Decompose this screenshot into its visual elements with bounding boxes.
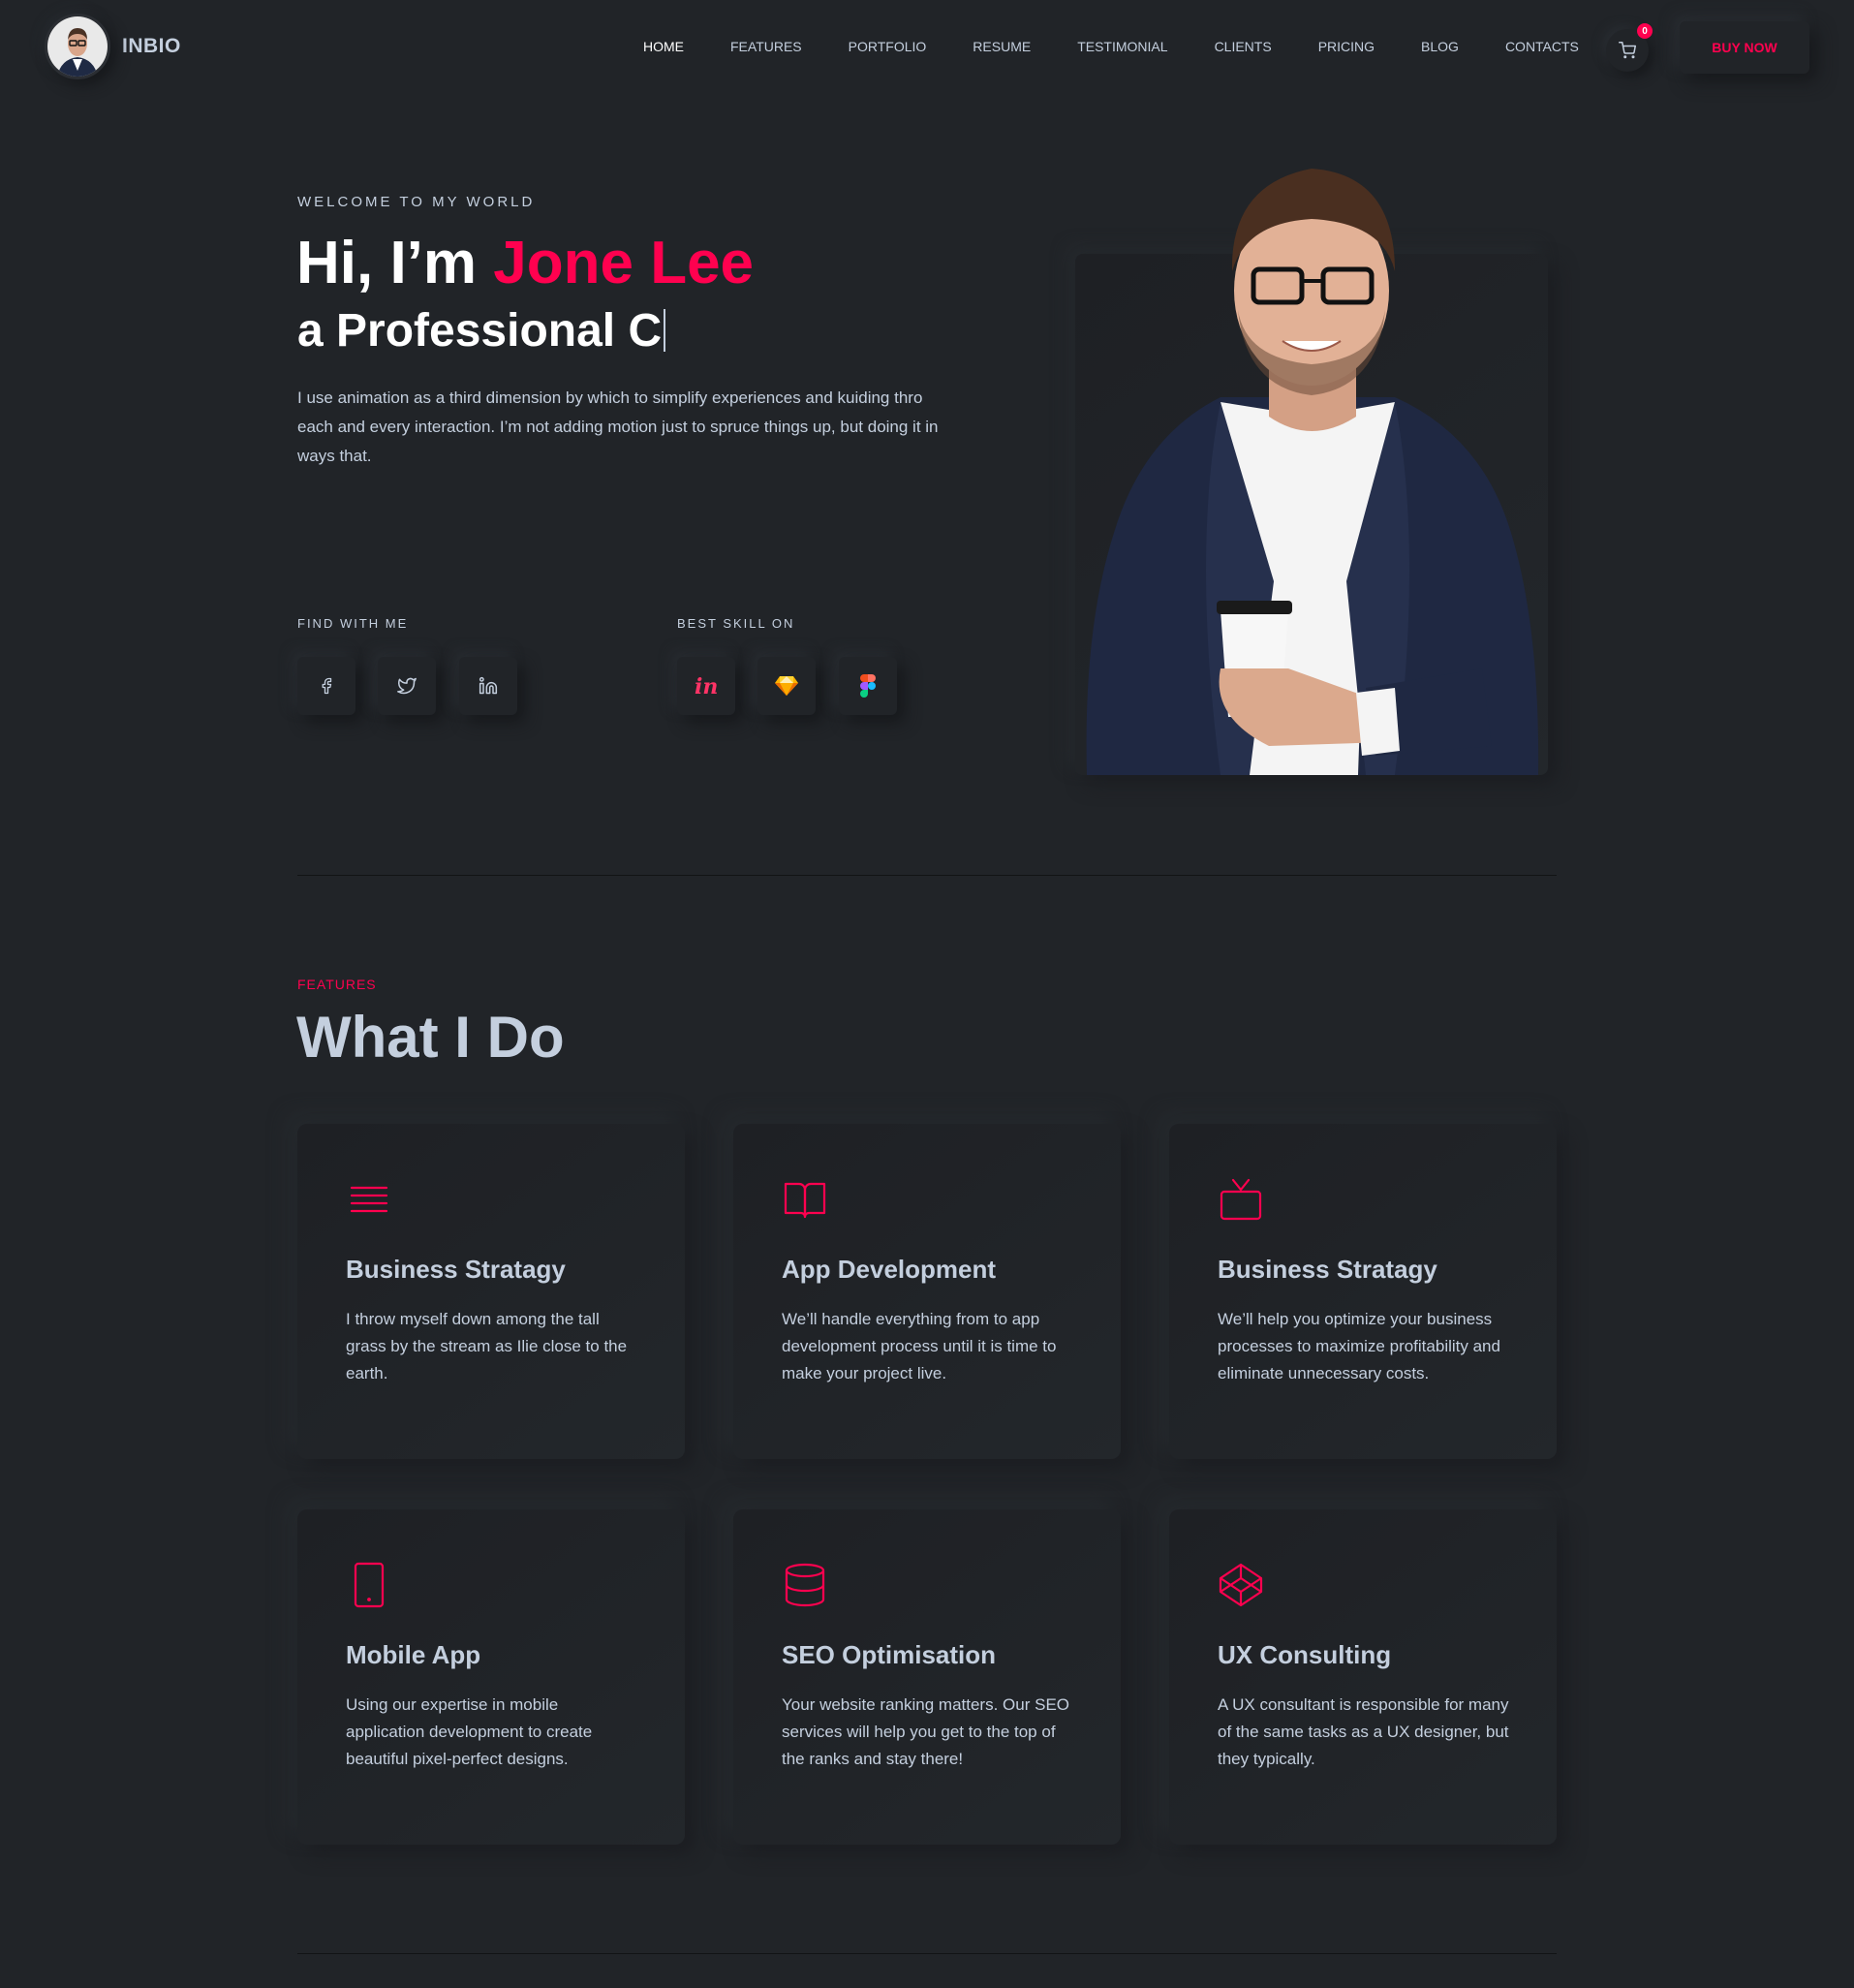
feature-description: A UX consultant is responsible for many …: [1218, 1695, 1509, 1768]
nav-blog[interactable]: BLOG: [1421, 39, 1459, 54]
figma-icon: [860, 674, 876, 698]
feature-title: Business Stratagy: [346, 1255, 566, 1284]
cart-button[interactable]: 0: [1606, 23, 1653, 72]
feature-card[interactable]: Mobile App Using our expertise in mobile…: [297, 1509, 685, 1845]
nav-home[interactable]: HOME: [643, 39, 684, 54]
hero-title-prefix: Hi, I’m: [296, 230, 494, 296]
feature-description: I throw myself down among the tall grass…: [346, 1310, 628, 1382]
feature-card[interactable]: App Development We’ll handle everything …: [733, 1124, 1121, 1459]
nav-contacts[interactable]: CONTACTS: [1505, 39, 1579, 54]
linkedin-link[interactable]: [459, 657, 517, 715]
brand[interactable]: INBIO: [45, 14, 181, 79]
hero-title: Hi, I’m Jone Lee: [296, 229, 754, 297]
book-open-icon: [784, 1182, 826, 1219]
cart-icon: [1619, 42, 1636, 59]
feature-card[interactable]: SEO Optimisation Your website ranking ma…: [733, 1509, 1121, 1845]
hero-subtitle-text: a Professional C: [297, 305, 663, 357]
database-icon: [785, 1563, 825, 1607]
figma-link[interactable]: [839, 657, 897, 715]
find-with-me-label: FIND WITH ME: [297, 616, 409, 631]
features-eyebrow: FEATURES: [297, 977, 377, 992]
brand-name: INBIO: [122, 35, 181, 57]
hero-portrait-image: [1075, 126, 1548, 775]
feature-card[interactable]: UX Consulting A UX consultant is respons…: [1169, 1509, 1557, 1845]
feature-title: Mobile App: [346, 1640, 481, 1669]
hero-name: Jone Lee: [493, 230, 755, 296]
facebook-icon: [322, 677, 332, 695]
best-skill-label: BEST SKILL ON: [677, 616, 795, 631]
feature-description: Your website ranking matters. Our SEO se…: [782, 1695, 1070, 1768]
section-divider: [297, 1953, 1557, 1954]
typing-cursor: [664, 309, 666, 352]
nav-resume[interactable]: RESUME: [973, 39, 1031, 54]
feature-title: SEO Optimisation: [782, 1640, 997, 1669]
feature-description: We’ll help you optimize your business pr…: [1218, 1310, 1500, 1382]
tablet-icon: [354, 1562, 385, 1608]
feature-title: App Development: [782, 1255, 997, 1284]
nav-pricing[interactable]: PRICING: [1318, 39, 1375, 54]
features-title: What I Do: [296, 1005, 565, 1070]
feature-card[interactable]: Business Stratagy We’ll help you optimiz…: [1169, 1124, 1557, 1459]
buy-now-button[interactable]: BUY NOW: [1680, 21, 1809, 74]
facebook-link[interactable]: [297, 657, 355, 715]
menu-lines-icon: [350, 1186, 388, 1213]
nav-features[interactable]: FEATURES: [730, 39, 802, 54]
avatar: [45, 14, 110, 79]
nav-portfolio[interactable]: PORTFOLIO: [849, 39, 927, 54]
feature-description: We’ll handle everything from to app deve…: [782, 1310, 1057, 1382]
nav-testimonial[interactable]: TESTIMONIAL: [1077, 39, 1167, 54]
invision-icon: in: [695, 674, 718, 698]
twitter-link[interactable]: [378, 657, 436, 715]
hero-description: I use animation as a third dimension by …: [297, 388, 939, 465]
section-divider: [297, 875, 1557, 876]
nav-clients[interactable]: CLIENTS: [1215, 39, 1272, 54]
invision-link[interactable]: in: [677, 657, 735, 715]
header: INBIO HOME FEATURES PORTFOLIO RESUME TES…: [0, 0, 1854, 97]
feature-title: UX Consulting: [1218, 1640, 1392, 1669]
feature-title: Business Stratagy: [1218, 1255, 1437, 1284]
sketch-icon: [775, 676, 798, 696]
twitter-icon: [397, 677, 417, 695]
feature-card[interactable]: Business Stratagy I throw myself down am…: [297, 1124, 685, 1459]
codepen-icon: [1219, 1563, 1263, 1607]
linkedin-icon: [479, 676, 498, 695]
hero-eyebrow: WELCOME TO MY WORLD: [297, 194, 536, 210]
svg-text:in: in: [695, 674, 718, 698]
sketch-link[interactable]: [757, 657, 816, 715]
tv-icon: [1220, 1178, 1262, 1221]
cart-count-badge: 0: [1637, 23, 1653, 39]
hero-subtitle: a Professional C: [297, 304, 666, 357]
feature-description: Using our expertise in mobile applicatio…: [346, 1695, 593, 1768]
main-nav: HOME FEATURES PORTFOLIO RESUME TESTIMONI…: [643, 39, 1625, 54]
